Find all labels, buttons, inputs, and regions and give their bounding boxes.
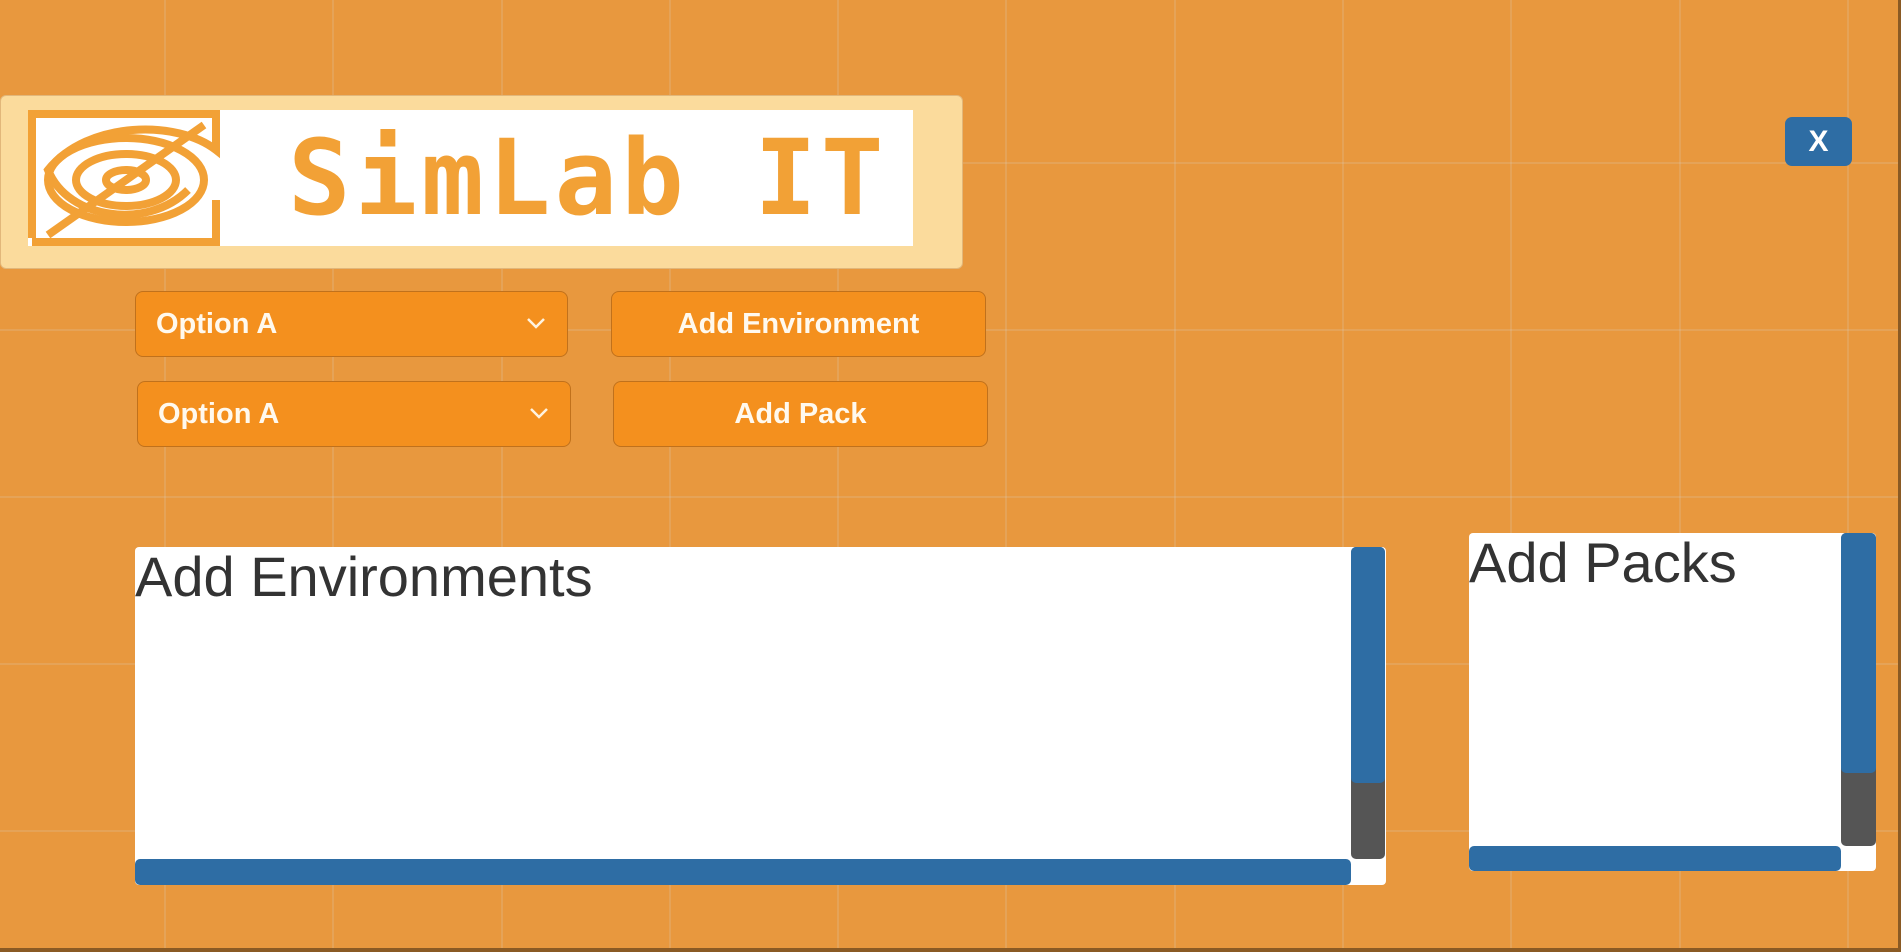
logo-text: SimLab IT	[288, 117, 888, 239]
close-button[interactable]: X	[1785, 117, 1852, 166]
environments-scroll-view[interactable]: Add Environments	[135, 547, 1386, 885]
environments-vertical-scrollbar[interactable]	[1351, 547, 1385, 859]
packs-horizontal-scroll-handle[interactable]	[1469, 846, 1841, 871]
add-pack-button[interactable]: Add Pack	[613, 381, 988, 447]
chevron-down-icon	[527, 318, 545, 329]
add-environment-button[interactable]: Add Environment	[611, 291, 986, 357]
environment-dropdown[interactable]: Option A	[135, 291, 568, 357]
packs-panel-title: Add Packs	[1469, 533, 1737, 594]
add-environment-label: Add Environment	[677, 308, 920, 340]
packs-vertical-scroll-handle[interactable]	[1841, 533, 1876, 773]
packs-scroll-view[interactable]: Add Packs	[1469, 533, 1876, 871]
window-border-bottom	[0, 948, 1901, 952]
chevron-down-icon	[530, 408, 548, 419]
pack-dropdown-value: Option A	[158, 398, 280, 430]
add-pack-label: Add Pack	[734, 398, 867, 430]
packs-vertical-scrollbar[interactable]	[1841, 533, 1876, 846]
eye-target-icon	[28, 110, 220, 246]
environments-panel-title: Add Environments	[135, 547, 593, 608]
environments-vertical-scroll-handle[interactable]	[1351, 547, 1385, 783]
pack-dropdown[interactable]: Option A	[137, 381, 571, 447]
environment-dropdown-value: Option A	[156, 308, 278, 340]
environments-horizontal-scroll-handle[interactable]	[135, 859, 1351, 885]
